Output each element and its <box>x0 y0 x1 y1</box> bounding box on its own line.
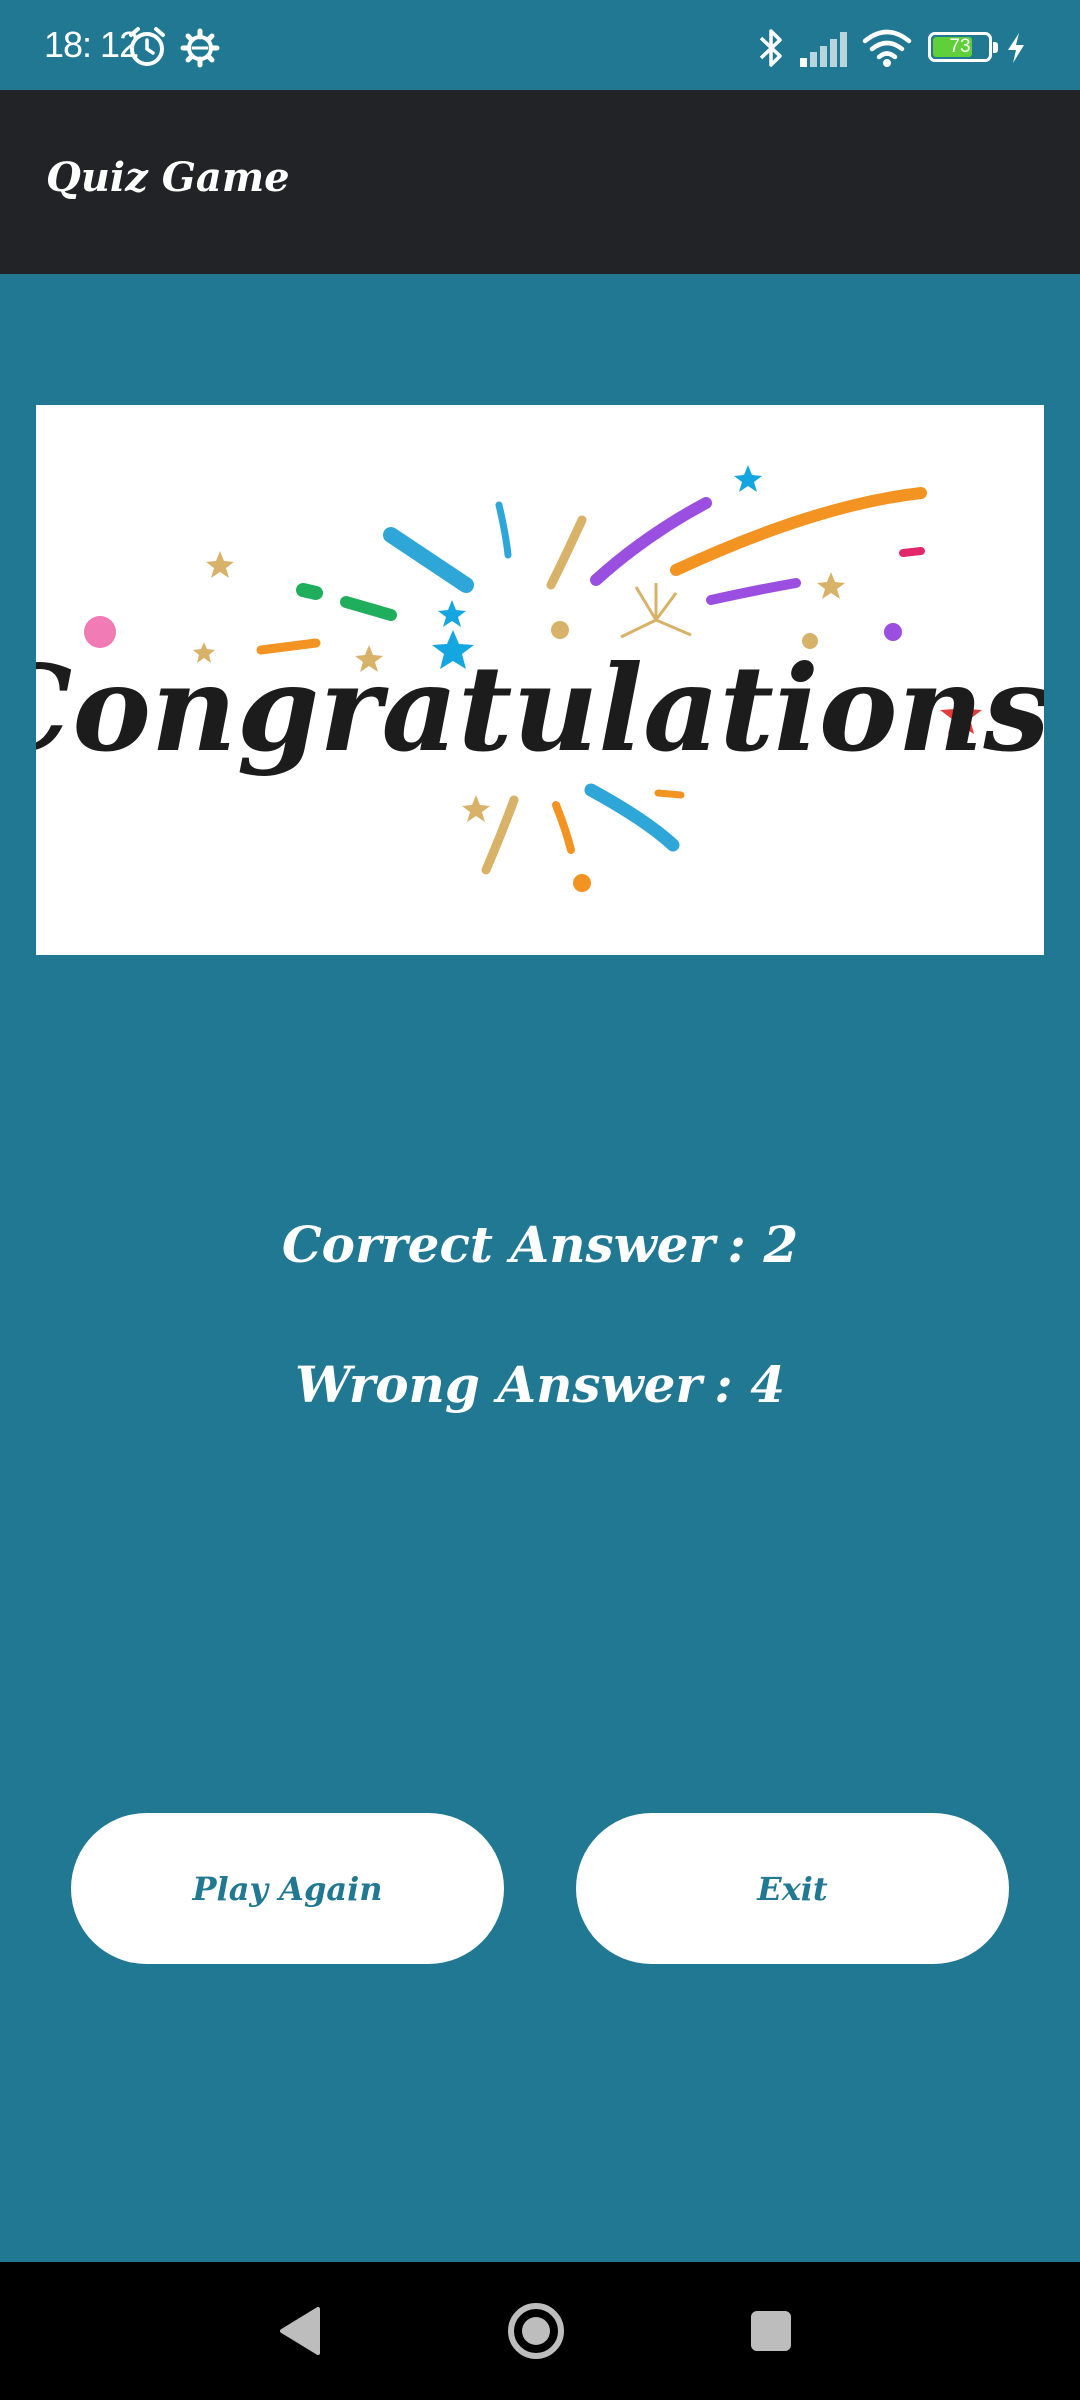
battery-cap <box>993 42 998 53</box>
battery-level: 73 <box>949 36 971 57</box>
settings-icon <box>180 28 220 72</box>
signal-icon <box>798 30 852 72</box>
home-button[interactable] <box>476 2262 596 2400</box>
correct-answer-line: Correct Answer:2 <box>0 1215 1080 1274</box>
exit-button[interactable]: Exit <box>576 1813 1009 1964</box>
navigation-bar <box>0 2262 1080 2400</box>
charging-icon <box>1005 32 1027 68</box>
alarm-icon <box>127 26 167 72</box>
app-title: Quiz Game <box>46 154 290 201</box>
screen: 18: 12 73 Quiz Game Congratulations Corr… <box>0 0 1080 2400</box>
congratulations-illustration: Congratulations! <box>36 465 1044 892</box>
recents-icon <box>751 2311 791 2351</box>
correct-answer-label: Correct Answer <box>281 1215 715 1274</box>
congratulations-image: Congratulations! <box>36 405 1044 955</box>
recents-button[interactable] <box>711 2262 831 2400</box>
back-button[interactable] <box>240 2262 360 2400</box>
play-again-button[interactable]: Play Again <box>71 1813 504 1964</box>
home-icon <box>508 2303 564 2359</box>
bluetooth-icon <box>756 26 786 74</box>
wifi-icon <box>862 28 912 72</box>
status-bar: 18: 12 73 <box>0 0 1080 90</box>
status-time: 18: 12 <box>44 24 139 65</box>
correct-answer-value: 2 <box>763 1215 799 1274</box>
wrong-answer-separator: : <box>714 1355 733 1414</box>
correct-answer-separator: : <box>727 1215 746 1274</box>
wrong-answer-label: Wrong Answer <box>294 1355 702 1414</box>
wrong-answer-line: Wrong Answer:4 <box>0 1355 1080 1414</box>
back-icon <box>280 2307 320 2355</box>
congratulations-text: Congratulations! <box>36 639 1044 778</box>
battery-icon: 73 <box>928 32 992 62</box>
wrong-answer-value: 4 <box>750 1355 786 1414</box>
app-bar: Quiz Game <box>0 90 1080 274</box>
